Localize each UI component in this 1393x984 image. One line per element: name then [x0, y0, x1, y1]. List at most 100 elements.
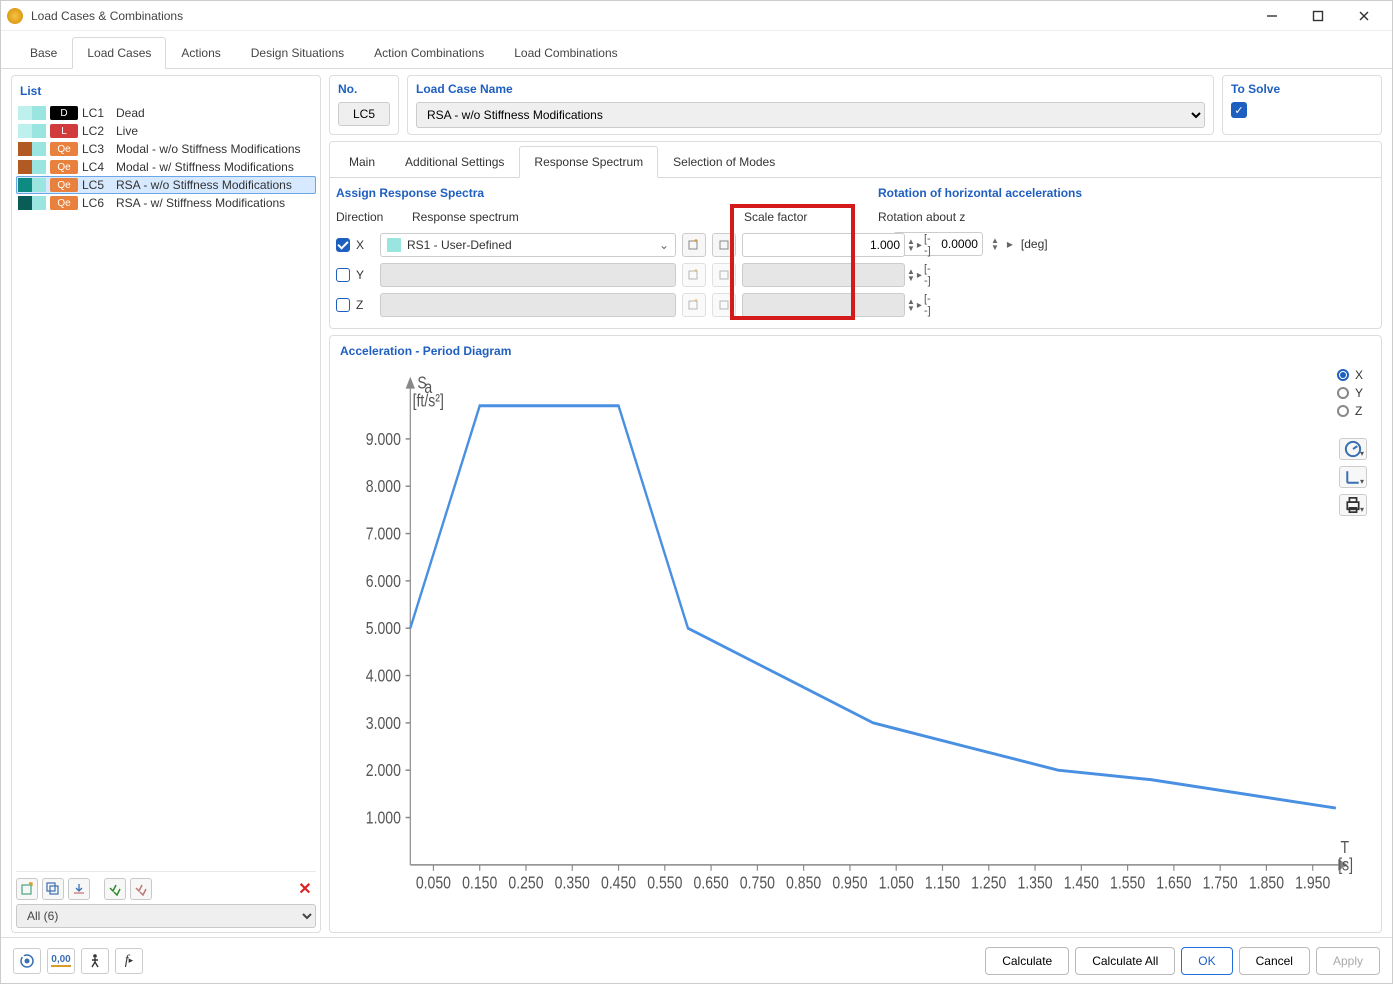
svg-text:0.750: 0.750 [740, 874, 775, 893]
chart-title: Acceleration - Period Diagram [340, 344, 1371, 358]
scale-factor-stepper: ▲▼ [907, 268, 915, 282]
maximize-button[interactable] [1296, 2, 1340, 30]
tab-base[interactable]: Base [15, 37, 72, 68]
load-case-name: Modal - w/ Stiffness Modifications [116, 160, 314, 174]
load-case-name: Modal - w/o Stiffness Modifications [116, 142, 314, 156]
svg-text:0.050: 0.050 [416, 874, 451, 893]
assign-spectra-header: Assign Response Spectra [330, 178, 860, 210]
list-header: List [16, 80, 316, 104]
spectrum-z-select [380, 293, 676, 317]
spectrum-new-button [682, 293, 706, 317]
scale-factor-x-input[interactable] [742, 233, 905, 257]
tab-action-combinations[interactable]: Action Combinations [359, 37, 499, 68]
chart-axis-x-radio[interactable]: X [1333, 366, 1367, 384]
svg-text:1.050: 1.050 [879, 874, 914, 893]
subtab-additional-settings[interactable]: Additional Settings [390, 146, 519, 177]
select-all-button[interactable] [104, 878, 126, 900]
spectrum-new-button [682, 263, 706, 287]
subtab-selection-of-modes[interactable]: Selection of Modes [658, 146, 790, 177]
close-button[interactable] [1342, 2, 1386, 30]
rotation-header: Rotation of horizontal accelerations [878, 186, 1371, 200]
to-solve-label: To Solve [1231, 82, 1373, 96]
spectrum-edit-button[interactable] [712, 233, 736, 257]
load-case-row-lc5[interactable]: QeLC5RSA - w/o Stiffness Modifications [16, 176, 316, 194]
svg-text:0.350: 0.350 [555, 874, 590, 893]
spectrum-edit-button [712, 293, 736, 317]
load-case-category-badge: Qe [50, 196, 78, 210]
svg-text:1.250: 1.250 [971, 874, 1006, 893]
apply-button[interactable]: Apply [1316, 947, 1380, 975]
window-title: Load Cases & Combinations [31, 9, 1250, 23]
import-button[interactable] [68, 878, 90, 900]
svg-text:1.650: 1.650 [1156, 874, 1191, 893]
chart-print-button[interactable]: ▾ [1339, 494, 1367, 516]
units-button[interactable]: 0,00 [47, 948, 75, 974]
load-case-list: DLC1DeadLLC2LiveQeLC3Modal - w/o Stiffne… [16, 104, 316, 871]
tab-load-combinations[interactable]: Load Combinations [499, 37, 632, 68]
svg-text:1.350: 1.350 [1017, 874, 1052, 893]
load-case-name: Dead [116, 106, 314, 120]
chart-axis-y-radio[interactable]: Y [1333, 384, 1367, 402]
cancel-button[interactable]: Cancel [1239, 947, 1310, 975]
spectrum-new-button[interactable] [682, 233, 706, 257]
run-person-button[interactable] [81, 948, 109, 974]
calculate-button[interactable]: Calculate [985, 947, 1069, 975]
direction-x-label: X [356, 238, 374, 252]
deselect-all-button[interactable] [130, 878, 152, 900]
col-scale: Scale factor [744, 210, 854, 224]
load-case-row-lc3[interactable]: QeLC3Modal - w/o Stiffness Modifications [16, 140, 316, 158]
help-button[interactable] [13, 948, 41, 974]
load-case-name: RSA - w/ Stiffness Modifications [116, 196, 314, 210]
col-direction: Direction [336, 210, 406, 224]
subtab-main[interactable]: Main [334, 146, 390, 177]
svg-text:6.000: 6.000 [366, 572, 401, 591]
load-case-row-lc6[interactable]: QeLC6RSA - w/ Stiffness Modifications [16, 194, 316, 212]
acceleration-period-chart: 1.0002.0003.0004.0005.0006.0007.0008.000… [340, 362, 1371, 924]
tab-actions[interactable]: Actions [166, 37, 235, 68]
direction-y-label: Y [356, 268, 374, 282]
svg-text:4.000: 4.000 [366, 667, 401, 686]
direction-z-checkbox[interactable] [336, 298, 350, 312]
chart-axis-z-radio[interactable]: Z [1333, 402, 1367, 420]
svg-text:0.550: 0.550 [647, 874, 682, 893]
spectrum-x-select[interactable]: RS1 - User-Defined⌄ [380, 233, 676, 257]
load-case-row-lc4[interactable]: Qe LC4 Modal - w/ Stiffness Modifications [16, 158, 316, 176]
load-case-id: LC2 [82, 124, 112, 138]
rotation-more-icon[interactable]: ▸ [1007, 237, 1013, 251]
load-case-id: LC4 [82, 160, 112, 174]
load-case-row-lc2[interactable]: LLC2Live [16, 122, 316, 140]
app-icon [7, 8, 23, 24]
load-case-category-badge: Qe [50, 160, 78, 174]
copy-button[interactable] [42, 878, 64, 900]
svg-text:0.650: 0.650 [694, 874, 729, 893]
scale-factor-z-input [742, 293, 905, 317]
scale-factor-stepper[interactable]: ▲▼ [907, 238, 915, 252]
new-button[interactable] [16, 878, 38, 900]
number-field[interactable] [338, 102, 390, 126]
chart-settings-button[interactable]: ▾ [1339, 438, 1367, 460]
chart-axis-button[interactable]: ▾ [1339, 466, 1367, 488]
load-case-id: LC5 [82, 178, 112, 192]
tab-design-situations[interactable]: Design Situations [236, 37, 359, 68]
load-case-name-select[interactable]: RSA - w/o Stiffness Modifications [416, 102, 1205, 128]
rotation-about-z-label: Rotation about z [878, 210, 1371, 224]
tab-load-cases[interactable]: Load Cases [72, 37, 166, 69]
delete-button[interactable]: ✕ [294, 878, 316, 900]
ok-button[interactable]: OK [1181, 947, 1232, 975]
load-case-row-lc1[interactable]: DLC1Dead [16, 104, 316, 122]
direction-y-checkbox[interactable] [336, 268, 350, 282]
spectrum-y-select [380, 263, 676, 287]
function-button[interactable]: f▸ [115, 948, 143, 974]
scale-factor-unit: [--] [924, 293, 931, 317]
calculate-all-button[interactable]: Calculate All [1075, 947, 1175, 975]
list-filter-select[interactable]: All (6) [16, 904, 316, 928]
direction-x-checkbox[interactable] [336, 238, 350, 252]
minimize-button[interactable] [1250, 2, 1294, 30]
subtab-response-spectrum[interactable]: Response Spectrum [519, 146, 658, 178]
load-case-name: RSA - w/o Stiffness Modifications [116, 178, 314, 192]
scale-factor-more-icon[interactable]: ▸ [917, 240, 922, 251]
chevron-down-icon: ⌄ [659, 238, 669, 252]
svg-text:1.450: 1.450 [1064, 874, 1099, 893]
rotation-stepper[interactable]: ▲▼ [991, 237, 999, 251]
to-solve-checkbox[interactable]: ✓ [1231, 102, 1247, 118]
